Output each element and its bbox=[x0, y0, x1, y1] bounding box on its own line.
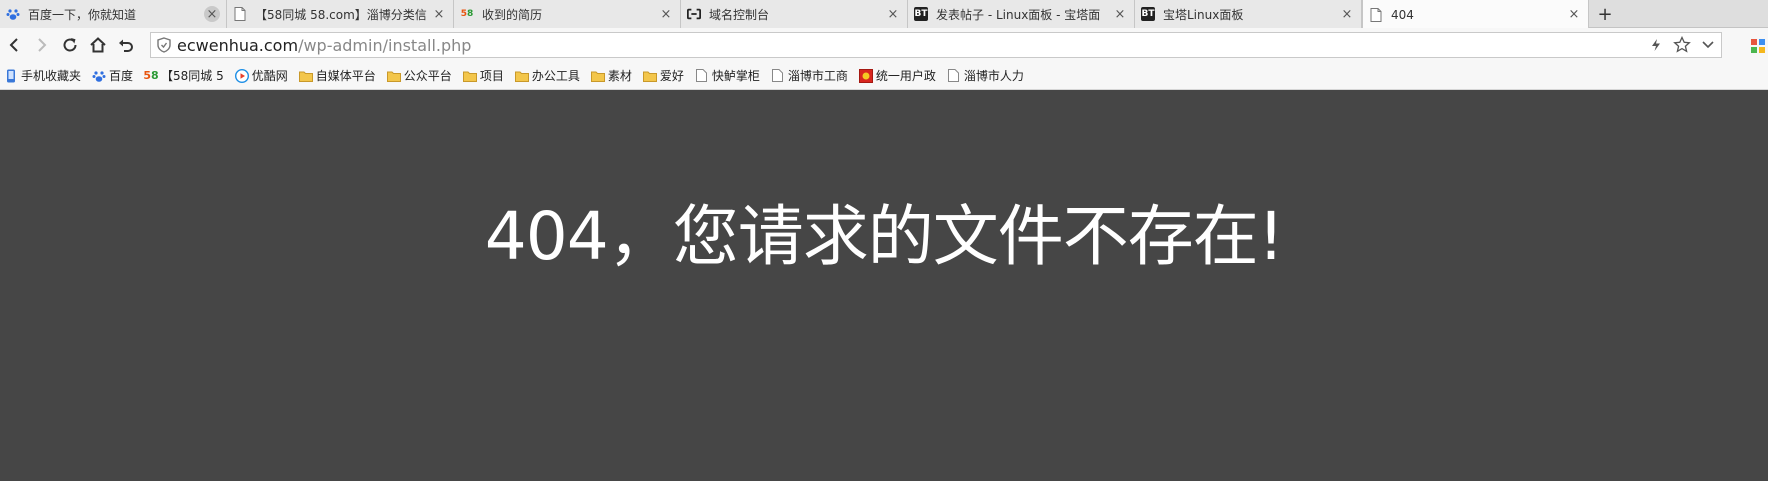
close-icon[interactable]: × bbox=[1112, 6, 1128, 22]
folder-icon bbox=[514, 69, 529, 83]
tab-domain-console[interactable]: 域名控制台 × bbox=[681, 0, 908, 28]
chevron-down-icon[interactable] bbox=[1695, 33, 1721, 57]
home-icon bbox=[90, 37, 106, 53]
home-button[interactable] bbox=[84, 31, 112, 59]
bookmark-zibo-business[interactable]: 淄博市工商 bbox=[771, 67, 848, 84]
tab-title: 404 bbox=[1391, 7, 1414, 22]
apps-grid-icon[interactable] bbox=[1748, 34, 1768, 56]
tab-strip: 百度一下，你就知道 × 【58同城 58.com】淄博分类信 × 58 收到的简… bbox=[0, 0, 1768, 29]
bookmark-folder-public[interactable]: 公众平台 bbox=[386, 67, 452, 84]
blank-page-icon bbox=[947, 69, 961, 83]
bookmark-label: 快鲈掌柜 bbox=[711, 69, 760, 83]
bookmark-mobile[interactable]: 手机收藏夹 bbox=[4, 67, 81, 84]
forward-button[interactable] bbox=[28, 31, 56, 59]
bookmark-label: 手机收藏夹 bbox=[21, 69, 82, 83]
phone-icon bbox=[4, 69, 18, 83]
tab-title: 域名控制台 bbox=[709, 7, 770, 22]
bookmarks-bar: 手机收藏夹 百度 58 【58同城 5 优酷网 自媒体平台 公众平台 项目 办公… bbox=[0, 62, 1768, 90]
bookmark-kuailu[interactable]: 快鲈掌柜 bbox=[695, 67, 760, 84]
bookmark-label: 办公工具 bbox=[531, 69, 580, 83]
tab-bt-post[interactable]: BT 发表帖子 - Linux面板 - 宝塔面 × bbox=[908, 0, 1135, 28]
baidu-paw-icon bbox=[6, 7, 20, 21]
reload-icon bbox=[63, 38, 77, 52]
error-message: 404，您请求的文件不存在! bbox=[484, 198, 1284, 275]
tab-title: 收到的简历 bbox=[482, 7, 543, 22]
bookmark-zibo-hr[interactable]: 淄博市人力 bbox=[947, 67, 1024, 84]
tab-title: 发表帖子 - Linux面板 - 宝塔面 bbox=[936, 7, 1101, 22]
blank-page-icon bbox=[695, 69, 709, 83]
close-icon[interactable]: × bbox=[1339, 6, 1355, 22]
bookmark-label: 淄博市工商 bbox=[787, 69, 848, 83]
folder-icon bbox=[298, 69, 313, 83]
close-icon[interactable]: × bbox=[1566, 7, 1582, 23]
bookmark-label: 项目 bbox=[479, 69, 504, 83]
folder-icon bbox=[642, 69, 657, 83]
bookmark-folder-hobby[interactable]: 爱好 bbox=[642, 67, 684, 84]
tab-baidu[interactable]: 百度一下，你就知道 × bbox=[0, 0, 227, 28]
bookmark-label: 爱好 bbox=[659, 69, 684, 83]
gov-emblem-icon bbox=[858, 68, 873, 83]
bookmark-label: 淄博市人力 bbox=[963, 69, 1024, 83]
tab-title: 【58同城 58.com】淄博分类信 bbox=[255, 7, 427, 22]
bookmark-folder-assets[interactable]: 素材 bbox=[590, 67, 632, 84]
url-path: /wp-admin/install.php bbox=[298, 35, 472, 55]
close-icon[interactable]: × bbox=[431, 6, 447, 22]
bookmark-58[interactable]: 58 【58同城 5 bbox=[143, 67, 224, 84]
tab-58-tongcheng[interactable]: 【58同城 58.com】淄博分类信 × bbox=[227, 0, 454, 28]
tab-404-active[interactable]: 404 × bbox=[1362, 0, 1589, 29]
close-icon[interactable]: × bbox=[204, 6, 220, 22]
tab-title: 宝塔Linux面板 bbox=[1163, 7, 1244, 22]
close-icon[interactable]: × bbox=[658, 6, 674, 22]
lightning-icon[interactable] bbox=[1643, 33, 1669, 57]
chevron-left-icon bbox=[9, 38, 18, 52]
bookmark-label: 百度 bbox=[109, 69, 134, 83]
tab-resumes[interactable]: 58 收到的简历 × bbox=[454, 0, 681, 28]
new-tab-button[interactable]: + bbox=[1589, 0, 1621, 28]
undo-close-button[interactable] bbox=[112, 31, 140, 59]
close-icon[interactable]: × bbox=[885, 6, 901, 22]
bookmark-folder-office[interactable]: 办公工具 bbox=[514, 67, 580, 84]
blank-page-icon bbox=[1369, 7, 1383, 22]
blank-page-icon bbox=[233, 7, 247, 21]
bookmark-label: 自媒体平台 bbox=[315, 69, 376, 83]
bookmark-folder-projects[interactable]: 项目 bbox=[462, 67, 504, 84]
tab-title: 百度一下，你就知道 bbox=[28, 7, 137, 22]
bookmark-baidu[interactable]: 百度 bbox=[92, 67, 133, 84]
reload-button[interactable] bbox=[56, 31, 84, 59]
folder-icon bbox=[386, 69, 401, 83]
back-button[interactable] bbox=[0, 31, 28, 59]
bookmark-label: 统一用户政 bbox=[875, 69, 936, 83]
bookmark-label: 优酷网 bbox=[251, 69, 288, 83]
security-shield-icon[interactable] bbox=[151, 33, 177, 57]
bookmark-youku[interactable]: 优酷网 bbox=[234, 67, 288, 84]
58-logo-icon: 58 bbox=[143, 69, 159, 82]
blank-page-icon bbox=[771, 69, 785, 83]
chevron-right-icon bbox=[38, 38, 47, 52]
bookmark-folder-media[interactable]: 自媒体平台 bbox=[298, 67, 376, 84]
bookmark-label: 公众平台 bbox=[403, 69, 452, 83]
url-text[interactable]: ecwenhua.com/wp-admin/install.php bbox=[177, 36, 1643, 55]
bookmark-label: 【58同城 5 bbox=[161, 69, 224, 83]
baidu-paw-icon bbox=[92, 69, 106, 83]
navigation-toolbar: ecwenhua.com/wp-admin/install.php bbox=[0, 28, 1768, 62]
aliyun-cloud-icon bbox=[687, 7, 701, 21]
youku-icon bbox=[234, 68, 249, 83]
page-content: 404，您请求的文件不存在! bbox=[0, 91, 1768, 481]
url-host: ecwenhua.com bbox=[177, 35, 299, 55]
star-icon[interactable] bbox=[1669, 33, 1695, 57]
address-bar[interactable]: ecwenhua.com/wp-admin/install.php bbox=[150, 32, 1722, 58]
58-logo-icon: 58 bbox=[460, 9, 474, 19]
undo-icon bbox=[119, 39, 133, 52]
bookmark-unified-user[interactable]: 统一用户政 bbox=[858, 67, 936, 84]
tab-bt-panel[interactable]: BT 宝塔Linux面板 × bbox=[1135, 0, 1362, 28]
address-bar-actions bbox=[1643, 33, 1721, 57]
folder-icon bbox=[590, 69, 605, 83]
bookmark-label: 素材 bbox=[607, 69, 632, 83]
bt-logo-icon: BT bbox=[914, 7, 928, 21]
folder-icon bbox=[462, 69, 477, 83]
bt-logo-icon: BT bbox=[1141, 7, 1155, 21]
